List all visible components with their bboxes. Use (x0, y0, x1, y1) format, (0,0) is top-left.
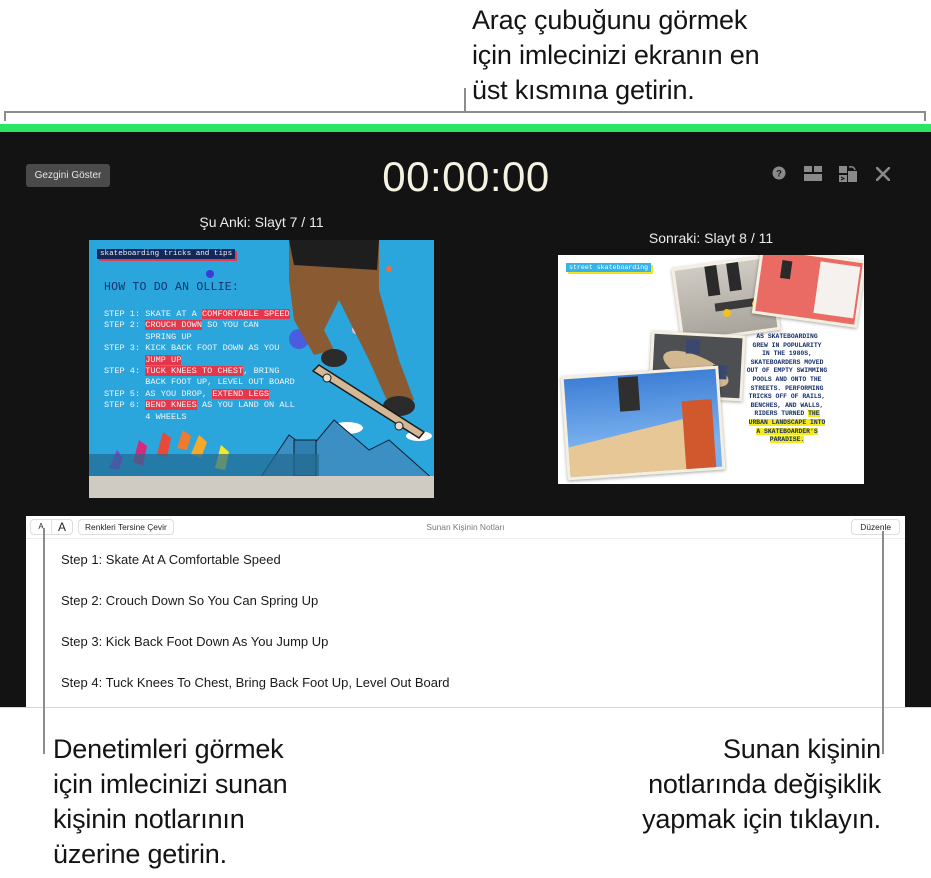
slide-step-line: STEP 4: TUCK KNEES TO CHEST, BRING (104, 366, 295, 377)
step-text: BACK FOOT UP, LEVEL OUT BOARD (145, 377, 295, 388)
step-text: SPRING UP (145, 331, 192, 342)
bracket-center-stem (464, 88, 466, 112)
current-slide-heading: HOW TO DO AN OLLIE: (104, 281, 239, 294)
body-line: POOLS AND ONTO THE (752, 375, 822, 383)
step-highlight: CROUCH DOWN (145, 320, 202, 331)
body-highlight: A SKATEBOARDER'S (756, 427, 818, 435)
slide-step-line: BACK FOOT UP, LEVEL OUT BOARD (104, 377, 295, 388)
svg-text:?: ? (776, 169, 782, 180)
next-slide-preview: street skateboarding AS SKATEBOARDING GRE… (558, 255, 864, 484)
body-highlight: THE (808, 410, 820, 418)
step-highlight: COMFORTABLE SPEED (202, 309, 290, 319)
body-line: STREETS. PERFORMING (750, 384, 824, 392)
photo-skater-jump-stairs (560, 365, 726, 481)
notes-toolbar: A A Renkleri Tersine Çevir Sunan Kişinin… (26, 516, 905, 539)
next-slide-title: street skateboarding (566, 263, 652, 272)
step-prefix: STEP 4: (104, 366, 146, 377)
ground-shadow (89, 454, 319, 476)
step-highlight: JUMP UP (145, 354, 182, 365)
current-slide-label: Şu Anki: Slayt 7 / 11 (199, 214, 324, 230)
presenter-notes-panel[interactable]: A A Renkleri Tersine Çevir Sunan Kişinin… (26, 516, 905, 708)
step-text: AS YOU LAND ON ALL (196, 400, 295, 411)
step-text: 4 WHEELS (145, 411, 187, 422)
step-highlight: EXTEND LEGS (212, 388, 270, 399)
show-navigator-button[interactable]: Gezgini Göster (26, 164, 110, 187)
step-text: KICK BACK FOOT DOWN AS YOU (145, 343, 280, 354)
ground (89, 476, 434, 498)
current-slide-title: skateboarding tricks and tips (97, 249, 236, 259)
callout-edit-hint: Sunan kişinin notlarında değişiklik yapm… (642, 734, 881, 834)
body-line: BENCHES, AND WALLS, (750, 401, 824, 409)
step-text: SO YOU CAN (202, 320, 259, 331)
callout-toolbar-hint: Araç çubuğunu görmek için imlecinizi ekr… (472, 5, 760, 105)
slide-step-line: 4 WHEELS (104, 412, 295, 423)
note-line: Step 1: Skate At A Comfortable Speed (61, 552, 281, 567)
screen-bottom-edge (0, 707, 931, 708)
slide-step-line: STEP 2: CROUCH DOWN SO YOU CAN (104, 320, 295, 331)
leader-right (882, 531, 884, 754)
note-line: Step 2: Crouch Down So You Can Spring Up (61, 593, 319, 608)
body-line: PARADISE. (724, 436, 850, 445)
step-highlight: TUCK KNEES TO CHEST (145, 366, 244, 377)
callout-controls-hint: Denetimleri görmek için imlecinizi sunan… (53, 734, 288, 869)
step-prefix: STEP 2: (104, 320, 146, 331)
body-line: SKATEBOARDERS MOVED (750, 358, 824, 366)
step-text: AS YOU DROP, (145, 388, 213, 399)
leader-left (43, 528, 45, 754)
edit-notes-button[interactable]: Düzenle (851, 519, 900, 535)
step-prefix: STEP 6: (104, 400, 146, 411)
note-line: Step 4: Tuck Knees To Chest, Bring Back … (61, 675, 450, 690)
body-line: IN THE 1980S, (762, 350, 812, 358)
step-prefix (104, 355, 145, 365)
body-highlight: PARADISE. (769, 436, 805, 444)
slide-step-line: STEP 1: SKATE AT A COMFORTABLE SPEED (104, 309, 295, 320)
body-highlight: URBAN LANDSCAPE INTO (748, 418, 826, 426)
slide-step-line: SPRING UP (104, 332, 295, 343)
body-line: A SKATEBOARDER'S (724, 427, 850, 437)
timer[interactable]: 00:00:00 (366, 151, 566, 203)
toolbar-reveal-bar (0, 124, 931, 132)
body-line: URBAN LANDSCAPE INTO (724, 418, 850, 428)
slide-step-line: JUMP UP (104, 354, 295, 366)
current-slide-preview: skateboarding tricks and tips HOW TO DO … (89, 240, 434, 498)
close-icon[interactable] (876, 167, 890, 181)
layout-icon[interactable] (804, 166, 822, 181)
body-line: RIDERS TURNED THE (724, 410, 850, 419)
slide-step-line: STEP 6: BEND KNEES AS YOU LAND ON ALL (104, 400, 295, 411)
bracket-left-tick (4, 111, 6, 121)
body-text: RIDERS TURNED (754, 410, 809, 418)
note-line: Step 3: Kick Back Foot Down As You Jump … (61, 634, 329, 649)
step-prefix: STEP 1: (104, 309, 146, 319)
body-line: GREW IN POPULARITY (752, 341, 822, 349)
step-prefix (104, 332, 145, 342)
bracket-right-tick (924, 111, 926, 121)
next-slide-body: AS SKATEBOARDING GREW IN POPULARITY IN THE… (724, 333, 850, 445)
slide-step-line: STEP 3: KICK BACK FOOT DOWN AS YOU (104, 343, 295, 354)
swap-displays-icon[interactable] (839, 166, 857, 182)
step-prefix: STEP 3: (104, 343, 146, 354)
notes-title: Sunan Kişinin Notları (426, 522, 505, 532)
body-line: OUT OF EMPTY SWIMMING (746, 367, 828, 375)
help-icon[interactable]: ? (772, 166, 786, 180)
slide-step-line: STEP 5: AS YOU DROP, EXTEND LEGS (104, 388, 295, 400)
current-slide-steps: STEP 1: SKATE AT A COMFORTABLE SPEED STEP… (104, 309, 295, 423)
step-highlight: BEND KNEES (145, 400, 197, 411)
step-prefix: STEP 5: (104, 388, 146, 399)
body-line: AS SKATEBOARDING (756, 333, 818, 340)
step-prefix (104, 412, 145, 422)
notes-body[interactable]: Step 1: Skate At A Comfortable Speed Ste… (61, 551, 450, 715)
next-slide-label: Sonraki: Slayt 8 / 11 (648, 230, 774, 246)
step-text: , BRING (243, 366, 280, 377)
body-line: TRICKS OFF OF RAILS, (748, 393, 826, 401)
step-prefix (104, 377, 145, 387)
step-text: SKATE AT A (145, 309, 202, 319)
